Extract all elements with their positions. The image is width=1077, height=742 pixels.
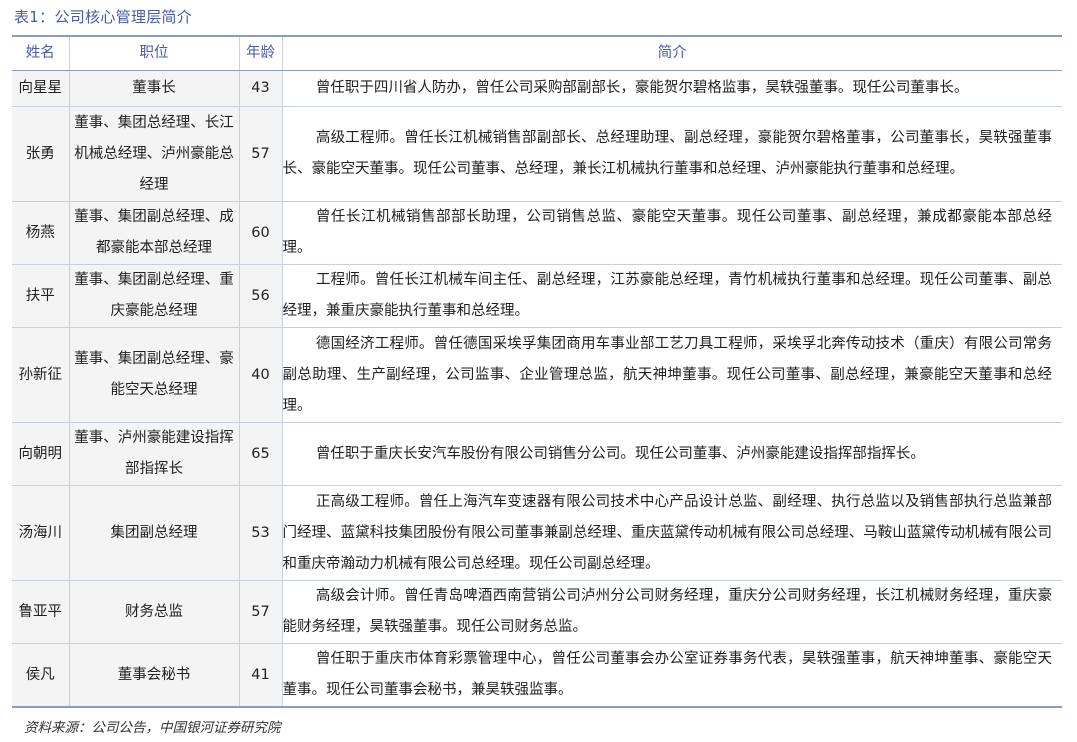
management-table: 姓名 职位 年龄 简介 向星星 董事长 43 曾任职于四川省人防办，曾任公司采购… <box>12 35 1062 708</box>
cell-name: 张勇 <box>12 106 70 202</box>
cell-desc: 曾任职于重庆长安汽车股份有限公司销售分公司。现任公司董事、泸州豪能建设指挥部指挥… <box>281 422 1062 486</box>
cell-age: 43 <box>238 70 283 107</box>
table-row: 向朝明 董事、泸州豪能建设指挥部指挥长 65 曾任职于重庆长安汽车股份有限公司销… <box>12 422 1062 486</box>
cell-name: 鲁亚平 <box>12 580 70 644</box>
header-title: 职位 <box>68 35 240 71</box>
cell-age: 65 <box>238 422 283 486</box>
cell-desc: 正高级工程师。曾任上海汽车变速器有限公司技术中心产品设计总监、副经理、执行总监以… <box>281 485 1062 581</box>
cell-name: 扶平 <box>12 264 70 328</box>
table-row: 侯凡 董事会秘书 41 曾任职于重庆市体育彩票管理中心，曾任公司董事会办公室证券… <box>12 643 1062 708</box>
cell-desc: 曾任职于重庆市体育彩票管理中心，曾任公司董事会办公室证券事务代表，昊轶强董事，航… <box>281 643 1062 708</box>
cell-age: 40 <box>238 327 283 423</box>
table-caption: 表1：公司核心管理层简介 <box>14 8 193 26</box>
cell-age: 53 <box>238 485 283 581</box>
cell-age: 60 <box>238 201 283 265</box>
table-row: 汤海川 集团副总经理 53 正高级工程师。曾任上海汽车变速器有限公司技术中心产品… <box>12 485 1062 581</box>
cell-title: 董事、集团总经理、长江机械总经理、泸州豪能总经理 <box>68 106 240 202</box>
cell-name: 杨燕 <box>12 201 70 265</box>
cell-title: 集团副总经理 <box>68 485 240 581</box>
table-row: 杨燕 董事、集团副总经理、成都豪能本部总经理 60 曾任长江机械销售部部长助理，… <box>12 201 1062 265</box>
cell-title: 董事会秘书 <box>68 643 240 708</box>
cell-desc: 高级工程师。曾任长江机械销售部副部长、总经理助理、副总经理，豪能贺尔碧格董事，公… <box>281 106 1062 202</box>
cell-desc: 工程师。曾任长江机械车间主任、副总经理，江苏豪能总经理，青竹机械执行董事和总经理… <box>281 264 1062 328</box>
header-age: 年龄 <box>238 35 283 71</box>
cell-desc: 曾任职于四川省人防办，曾任公司采购部副部长，豪能贺尔碧格监事，昊轶强董事。现任公… <box>281 70 1062 107</box>
cell-age: 57 <box>238 580 283 644</box>
table-header-row: 姓名 职位 年龄 简介 <box>12 35 1062 71</box>
cell-age: 41 <box>238 643 283 708</box>
cell-desc: 高级会计师。曾任青岛啤酒西南营销公司泸州分公司财务经理，重庆分公司财务经理，长江… <box>281 580 1062 644</box>
cell-name: 汤海川 <box>12 485 70 581</box>
cell-title: 董事长 <box>68 70 240 107</box>
cell-title: 董事、集团副总经理、重庆豪能总经理 <box>68 264 240 328</box>
cell-title: 董事、集团副总经理、成都豪能本部总经理 <box>68 201 240 265</box>
header-desc: 简介 <box>281 35 1062 71</box>
table-row: 向星星 董事长 43 曾任职于四川省人防办，曾任公司采购部副部长，豪能贺尔碧格监… <box>12 70 1062 107</box>
cell-age: 57 <box>238 106 283 202</box>
source-note: 资料来源：公司公告，中国银河证券研究院 <box>24 720 281 736</box>
cell-desc: 德国经济工程师。曾任德国采埃孚集团商用车事业部工艺刀具工程师，采埃孚北奔传动技术… <box>281 327 1062 423</box>
cell-title: 董事、集团副总经理、豪能空天总经理 <box>68 327 240 423</box>
table-row: 孙新征 董事、集团副总经理、豪能空天总经理 40 德国经济工程师。曾任德国采埃孚… <box>12 327 1062 423</box>
cell-name: 向星星 <box>12 70 70 107</box>
cell-name: 孙新征 <box>12 327 70 423</box>
header-name: 姓名 <box>12 35 70 71</box>
table-row: 鲁亚平 财务总监 57 高级会计师。曾任青岛啤酒西南营销公司泸州分公司财务经理，… <box>12 580 1062 644</box>
cell-title: 财务总监 <box>68 580 240 644</box>
cell-name: 侯凡 <box>12 643 70 708</box>
cell-name: 向朝明 <box>12 422 70 486</box>
cell-title: 董事、泸州豪能建设指挥部指挥长 <box>68 422 240 486</box>
cell-desc: 曾任长江机械销售部部长助理，公司销售总监、豪能空天董事。现任公司董事、副总经理，… <box>281 201 1062 265</box>
table-row: 张勇 董事、集团总经理、长江机械总经理、泸州豪能总经理 57 高级工程师。曾任长… <box>12 106 1062 202</box>
cell-age: 56 <box>238 264 283 328</box>
table-row: 扶平 董事、集团副总经理、重庆豪能总经理 56 工程师。曾任长江机械车间主任、副… <box>12 264 1062 328</box>
